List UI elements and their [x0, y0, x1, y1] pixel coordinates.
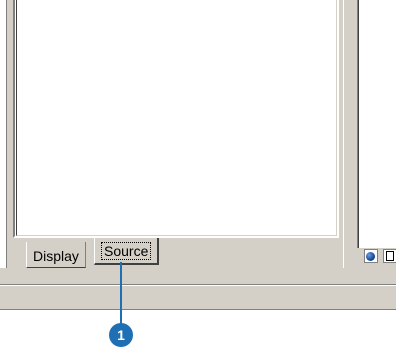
tab-display-label: Display: [33, 248, 79, 264]
page-icon: [386, 251, 394, 261]
window-left-border: [6, 0, 7, 283]
table-of-contents-list[interactable]: [13, 0, 339, 238]
map-display-area[interactable]: [359, 0, 396, 248]
tab-source[interactable]: Source: [94, 238, 160, 265]
callout-line: [120, 262, 122, 330]
status-bar: [0, 286, 396, 309]
globe-icon: [366, 252, 375, 261]
screenshot-stage: Display Source 1: [0, 0, 396, 355]
callout-number: 1: [109, 323, 133, 347]
status-bar-border-bottom: [0, 309, 396, 310]
splitter-highlight: [343, 0, 344, 285]
table-of-contents-inner: [16, 0, 337, 236]
tab-source-label: Source: [101, 242, 152, 260]
tab-display[interactable]: Display: [26, 242, 86, 268]
